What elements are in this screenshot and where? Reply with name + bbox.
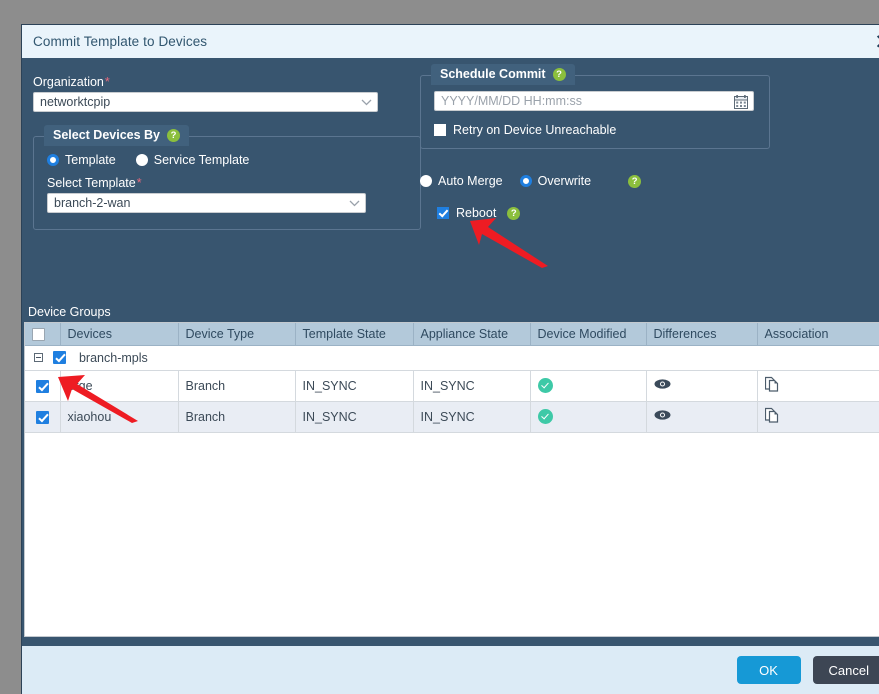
- device-group-checkbox[interactable]: [53, 351, 67, 365]
- header-appliance-state[interactable]: Appliance State: [413, 323, 531, 346]
- select-devices-by-legend: Select Devices By ?: [44, 125, 190, 146]
- organization-value: networktcpip: [40, 95, 111, 109]
- eye-icon[interactable]: [654, 378, 671, 393]
- row-select-cell: [25, 401, 61, 433]
- header-association[interactable]: Association: [757, 323, 879, 346]
- reboot-label[interactable]: Reboot: [456, 206, 496, 220]
- cancel-button[interactable]: Cancel: [812, 656, 879, 684]
- row-template-state: IN_SYNC: [295, 401, 414, 433]
- device-group-row: branch-mpls: [25, 345, 879, 371]
- chevron-down-icon: [361, 99, 372, 106]
- commit-template-dialog: Commit Template to Devices ✕ Organizatio…: [22, 25, 879, 694]
- row-select-cell: [25, 370, 61, 402]
- device-groups-title: Device Groups: [28, 305, 111, 319]
- radio-template-label[interactable]: Template: [65, 153, 116, 167]
- reboot-checkbox[interactable]: [437, 207, 449, 219]
- schedule-commit-placeholder: YYYY/MM/DD HH:mm:ss: [441, 94, 582, 108]
- row-association: [757, 370, 879, 402]
- select-template-label: Select Template*: [47, 176, 407, 190]
- retry-on-unreachable-label[interactable]: Retry on Device Unreachable: [453, 123, 616, 137]
- close-icon[interactable]: ✕: [873, 31, 879, 52]
- row-device-type: Branch: [178, 401, 296, 433]
- select-template-value: branch-2-wan: [54, 196, 131, 210]
- help-icon[interactable]: ?: [552, 67, 566, 81]
- header-devices[interactable]: Devices: [60, 323, 179, 346]
- device-group-cell: branch-mpls: [25, 345, 879, 371]
- merge-mode-radio-group: Auto Merge Overwrite ?: [420, 174, 770, 188]
- organization-label-text: Organization: [33, 75, 104, 89]
- left-form-column: Organization* networktcpip Select Device…: [33, 75, 421, 230]
- check-circle-icon: [537, 378, 553, 394]
- row-association: [757, 401, 879, 433]
- schedule-commit-legend-text: Schedule Commit: [440, 67, 546, 81]
- help-icon[interactable]: ?: [628, 174, 642, 188]
- table-header-row: Devices Device Type Template State Appli…: [25, 323, 879, 346]
- select-devices-by-legend-text: Select Devices By: [53, 128, 161, 142]
- select-all-checkbox[interactable]: [32, 327, 45, 341]
- schedule-commit-legend: Schedule Commit ?: [431, 64, 575, 85]
- help-icon[interactable]: ?: [167, 128, 181, 142]
- radio-template[interactable]: [47, 154, 59, 166]
- row-device-type: Branch: [178, 370, 296, 402]
- select-template-required-marker: *: [136, 176, 142, 190]
- schedule-commit-panel: Schedule Commit ? YYYY/MM/DD HH:mm:ss Re…: [420, 64, 770, 149]
- help-icon[interactable]: ?: [507, 206, 521, 220]
- radio-auto-merge[interactable]: [420, 175, 432, 187]
- device-groups-section: Device Groups Devices Device Type Templa…: [24, 305, 879, 639]
- radio-overwrite-label[interactable]: Overwrite: [538, 174, 591, 188]
- collapse-icon[interactable]: [34, 353, 43, 363]
- row-appliance-state: IN_SYNC: [413, 370, 531, 402]
- table-row[interactable]: erge Branch IN_SYNC IN_SYNC: [25, 370, 879, 402]
- radio-service-template-label[interactable]: Service Template: [154, 153, 250, 167]
- radio-overwrite[interactable]: [519, 175, 532, 187]
- header-differences[interactable]: Differences: [646, 323, 758, 346]
- row-differences: [646, 401, 758, 433]
- dialog-footer: OK Cancel: [22, 646, 879, 694]
- ok-button[interactable]: OK: [736, 656, 801, 684]
- schedule-commit-datetime-input[interactable]: YYYY/MM/DD HH:mm:ss: [434, 91, 754, 111]
- dialog-body: Organization* networktcpip Select Device…: [22, 58, 879, 646]
- header-device-modified[interactable]: Device Modified: [530, 323, 647, 346]
- row-differences: [646, 370, 758, 402]
- retry-on-unreachable-row: Retry on Device Unreachable: [434, 123, 756, 137]
- select-devices-by-radio-group: Template Service Template: [47, 153, 407, 167]
- chevron-down-icon: [349, 200, 360, 207]
- header-template-state[interactable]: Template State: [295, 323, 414, 346]
- header-select-all: [25, 323, 61, 346]
- row-device-name: xiaohou: [60, 401, 179, 433]
- eye-icon[interactable]: [654, 409, 671, 424]
- table-row[interactable]: xiaohou Branch IN_SYNC IN_SYNC: [25, 401, 879, 433]
- select-template-label-text: Select Template: [47, 176, 136, 190]
- organization-required-marker: *: [104, 75, 110, 89]
- radio-service-template[interactable]: [135, 154, 148, 166]
- device-group-name: branch-mpls: [78, 350, 148, 365]
- row-device-modified: [530, 401, 647, 433]
- copy-icon[interactable]: [764, 407, 780, 426]
- device-groups-grid: Devices Device Type Template State Appli…: [24, 322, 879, 637]
- row-checkbox[interactable]: [35, 379, 49, 393]
- retry-on-unreachable-checkbox[interactable]: [434, 124, 446, 136]
- device-groups-table: Devices Device Type Template State Appli…: [25, 323, 879, 433]
- reboot-row: Reboot ?: [437, 206, 770, 220]
- check-circle-icon: [537, 409, 553, 425]
- row-checkbox[interactable]: [35, 410, 49, 424]
- organization-select[interactable]: networktcpip: [33, 92, 378, 112]
- row-device-modified: [530, 370, 647, 402]
- row-device-name: erge: [60, 370, 179, 402]
- radio-auto-merge-label[interactable]: Auto Merge: [438, 174, 503, 188]
- row-appliance-state: IN_SYNC: [413, 401, 531, 433]
- select-devices-by-panel: Select Devices By ? Template Service Tem…: [33, 125, 421, 230]
- calendar-icon[interactable]: [734, 95, 748, 112]
- right-form-column: Schedule Commit ? YYYY/MM/DD HH:mm:ss Re…: [420, 64, 770, 220]
- dialog-title: Commit Template to Devices: [33, 34, 208, 49]
- organization-label: Organization*: [33, 75, 421, 89]
- select-template-select[interactable]: branch-2-wan: [47, 193, 366, 213]
- dialog-titlebar: Commit Template to Devices ✕: [22, 25, 879, 58]
- row-template-state: IN_SYNC: [295, 370, 414, 402]
- header-device-type[interactable]: Device Type: [178, 323, 296, 346]
- copy-icon[interactable]: [764, 376, 780, 395]
